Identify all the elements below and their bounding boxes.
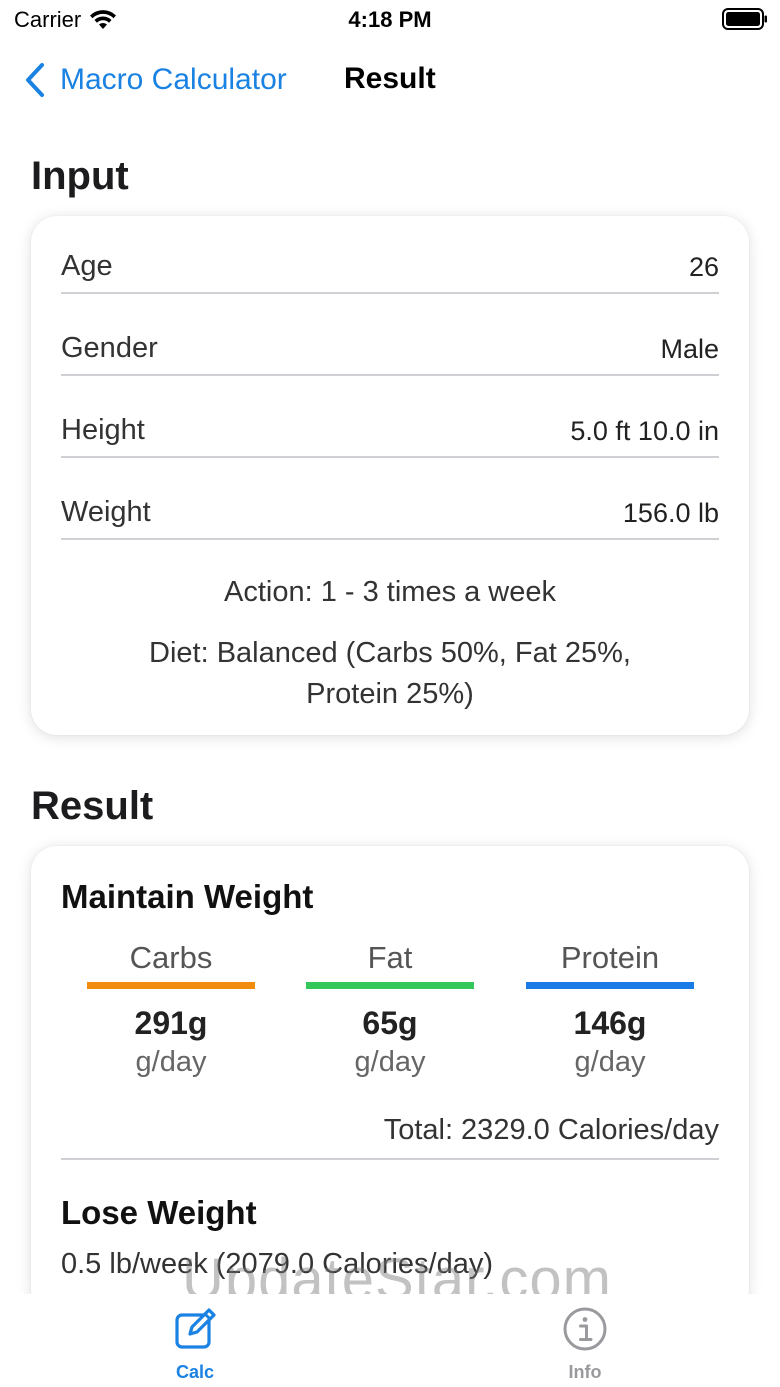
carbs-column: Carbs 291g g/day — [87, 940, 255, 1079]
tab-info[interactable]: Info — [525, 1306, 645, 1383]
fat-unit: g/day — [354, 1046, 426, 1078]
carbs-bar — [87, 982, 255, 989]
height-label: Height — [61, 414, 145, 446]
divider — [61, 1158, 719, 1160]
fat-column: Fat 65g g/day — [306, 940, 474, 1079]
carbs-value: 291g — [134, 1005, 208, 1041]
action-text: Action: 1 - 3 times a week — [223, 576, 557, 608]
gender-label: Gender — [61, 332, 158, 364]
back-button-label: Macro Calculator — [60, 63, 287, 96]
height-row: Height 5.0 ft 10.0 in — [61, 406, 719, 458]
weight-row: Weight 156.0 lb — [61, 488, 719, 540]
protein-value: 146g — [573, 1005, 647, 1041]
tab-calc[interactable]: Calc — [135, 1306, 255, 1383]
age-value: 26 — [688, 252, 719, 282]
back-button[interactable]: Macro Calculator — [24, 58, 287, 102]
fat-bar — [306, 982, 474, 989]
weight-value: 156.0 lb — [622, 498, 719, 528]
protein-label: Protein — [560, 940, 660, 975]
result-heading: Result — [31, 784, 154, 828]
battery-icon — [722, 8, 767, 30]
fat-value: 65g — [362, 1005, 418, 1041]
tab-info-label: Info — [568, 1362, 602, 1382]
age-row: Age 26 — [61, 242, 719, 294]
maintain-weight-heading: Maintain Weight — [61, 878, 314, 915]
height-value: 5.0 ft 10.0 in — [570, 416, 719, 446]
protein-unit: g/day — [574, 1046, 646, 1078]
carbs-label: Carbs — [129, 940, 213, 975]
fat-label: Fat — [367, 940, 413, 975]
tab-calc-label: Calc — [175, 1362, 215, 1382]
lose-weight-line: 0.5 lb/week (2079.0 Calories/day) — [61, 1248, 494, 1280]
status-time: 4:18 PM — [348, 7, 432, 32]
weight-label: Weight — [61, 496, 151, 528]
edit-icon — [175, 1308, 216, 1349]
status-bar: Carrier 4:18 PM — [0, 0, 780, 40]
protein-bar — [526, 982, 694, 989]
tab-bar: Calc Info — [0, 1294, 780, 1387]
lose-weight-heading: Lose Weight — [61, 1194, 257, 1231]
protein-column: Protein 146g g/day — [526, 940, 694, 1079]
input-card: Age 26 Gender Male Height 5.0 ft 10.0 in… — [31, 216, 749, 735]
chevron-left-icon — [26, 63, 44, 97]
diet-text-line1: Diet: Balanced (Carbs 50%, Fat 25%, — [149, 637, 631, 669]
age-label: Age — [61, 250, 113, 282]
input-heading: Input — [31, 154, 129, 198]
result-card: Maintain Weight Carbs 291g g/day Fat 65g… — [31, 846, 749, 1316]
diet-text-line2: Protein 25%) — [306, 678, 474, 710]
carbs-unit: g/day — [135, 1046, 207, 1078]
navigation-bar: Macro Calculator Result — [0, 48, 780, 112]
total-calories: Total: 2329.0 Calories/day — [383, 1114, 719, 1146]
nav-title: Result — [344, 62, 436, 95]
info-icon — [563, 1307, 607, 1351]
gender-row: Gender Male — [61, 324, 719, 376]
gender-value: Male — [660, 334, 719, 364]
